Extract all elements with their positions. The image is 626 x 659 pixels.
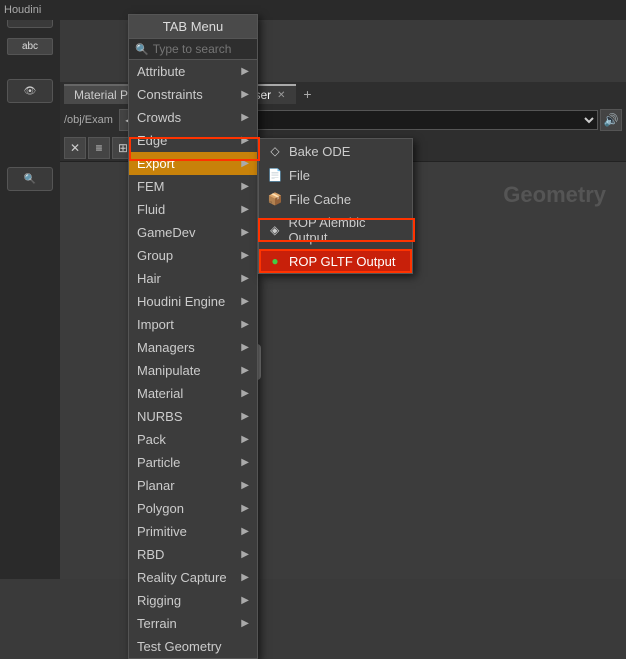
tab-menu-title: TAB Menu bbox=[129, 15, 257, 39]
menu-item-edge[interactable]: Edge ▶ bbox=[129, 129, 257, 152]
arrow-icon: ▶ bbox=[241, 365, 249, 376]
arrow-icon: ▶ bbox=[241, 457, 249, 468]
sidebar-search-btn[interactable]: 🔍 bbox=[7, 167, 53, 191]
submenu-bake-ode[interactable]: ◇ Bake ODE bbox=[259, 139, 412, 163]
menu-item-attribute[interactable]: Attribute ▶ bbox=[129, 60, 257, 83]
arrow-icon: ▶ bbox=[241, 158, 249, 169]
menu-item-particle[interactable]: Particle ▶ bbox=[129, 451, 257, 474]
menu-item-hair[interactable]: Hair ▶ bbox=[129, 267, 257, 290]
submenu-rop-alembic[interactable]: ◈ ROP Alembic Output bbox=[259, 211, 412, 249]
sidebar-abc-btn[interactable]: abc bbox=[7, 38, 53, 55]
menu-item-rbd[interactable]: RBD ▶ bbox=[129, 543, 257, 566]
arrow-icon: ▶ bbox=[241, 204, 249, 215]
arrow-icon: ▶ bbox=[241, 227, 249, 238]
arrow-icon: ▶ bbox=[241, 480, 249, 491]
search-icon: 🔍 bbox=[135, 43, 149, 56]
arrow-icon: ▶ bbox=[241, 66, 249, 77]
arrow-icon: ▶ bbox=[241, 618, 249, 629]
menu-item-constraints[interactable]: Constraints ▶ bbox=[129, 83, 257, 106]
arrow-icon: ▶ bbox=[241, 342, 249, 353]
arrow-icon: ▶ bbox=[241, 388, 249, 399]
arrow-icon: ▶ bbox=[241, 181, 249, 192]
menu-item-nurbs[interactable]: NURBS ▶ bbox=[129, 405, 257, 428]
search-input[interactable] bbox=[153, 42, 251, 56]
rop-alembic-icon: ◈ bbox=[267, 222, 282, 238]
arrow-icon: ▶ bbox=[241, 526, 249, 537]
menu-item-test-geometry[interactable]: Test Geometry bbox=[129, 635, 257, 658]
grid-icon[interactable]: ≡ bbox=[88, 137, 110, 159]
menu-item-reality-capture[interactable]: Reality Capture ▶ bbox=[129, 566, 257, 589]
arrow-icon: ▶ bbox=[241, 595, 249, 606]
menu-item-manipulate[interactable]: Manipulate ▶ bbox=[129, 359, 257, 382]
arrow-icon: ▶ bbox=[241, 273, 249, 284]
menu-item-import[interactable]: Import ▶ bbox=[129, 313, 257, 336]
rop-gltf-icon: ● bbox=[267, 253, 283, 269]
menu-item-export[interactable]: Export ▶ bbox=[129, 152, 257, 175]
menu-item-group[interactable]: Group ▶ bbox=[129, 244, 257, 267]
bake-ode-icon: ◇ bbox=[267, 143, 283, 159]
menu-item-material[interactable]: Material ▶ bbox=[129, 382, 257, 405]
arrow-icon: ▶ bbox=[241, 319, 249, 330]
arrow-icon: ▶ bbox=[241, 549, 249, 560]
arrow-icon: ▶ bbox=[241, 434, 249, 445]
tab-menu[interactable]: TAB Menu 🔍 Attribute ▶ Constraints ▶ Cro… bbox=[128, 14, 258, 659]
sidebar-view-btn[interactable]: 👁 bbox=[7, 79, 53, 103]
arrow-icon: ▶ bbox=[241, 89, 249, 100]
left-sidebar: ☰ abc 👁 🔍 bbox=[0, 0, 60, 579]
arrow-icon: ▶ bbox=[241, 296, 249, 307]
export-submenu[interactable]: ◇ Bake ODE 📄 File 📦 File Cache ◈ ROP Ale… bbox=[258, 138, 413, 274]
file-icon: 📄 bbox=[267, 167, 283, 183]
arrow-icon: ▶ bbox=[241, 411, 249, 422]
menu-item-managers[interactable]: Managers ▶ bbox=[129, 336, 257, 359]
arrow-icon: ▶ bbox=[241, 112, 249, 123]
menu-item-fluid[interactable]: Fluid ▶ bbox=[129, 198, 257, 221]
menu-item-fem[interactable]: FEM ▶ bbox=[129, 175, 257, 198]
submenu-file[interactable]: 📄 File bbox=[259, 163, 412, 187]
menu-item-rigging[interactable]: Rigging ▶ bbox=[129, 589, 257, 612]
tab-add-btn[interactable]: + bbox=[298, 84, 318, 104]
snap-icon[interactable]: ✕ bbox=[64, 137, 86, 159]
menu-item-pack[interactable]: Pack ▶ bbox=[129, 428, 257, 451]
arrow-icon: ▶ bbox=[241, 135, 249, 146]
menu-item-terrain[interactable]: Terrain ▶ bbox=[129, 612, 257, 635]
menu-item-houdini-engine[interactable]: Houdini Engine ▶ bbox=[129, 290, 257, 313]
menu-item-primitive[interactable]: Primitive ▶ bbox=[129, 520, 257, 543]
arrow-icon: ▶ bbox=[241, 250, 249, 261]
tab-close-asset[interactable]: ✕ bbox=[277, 90, 285, 101]
arrow-icon: ▶ bbox=[241, 572, 249, 583]
top-bar: Houdini bbox=[0, 0, 626, 20]
geometry-label: Geometry bbox=[503, 182, 606, 208]
menu-search-bar[interactable]: 🔍 bbox=[129, 39, 257, 60]
menu-item-crowds[interactable]: Crowds ▶ bbox=[129, 106, 257, 129]
submenu-rop-gltf[interactable]: ● ROP GLTF Output bbox=[259, 249, 412, 273]
app-title: Houdini bbox=[4, 4, 41, 16]
submenu-file-cache[interactable]: 📦 File Cache bbox=[259, 187, 412, 211]
arrow-icon: ▶ bbox=[241, 503, 249, 514]
menu-item-planar[interactable]: Planar ▶ bbox=[129, 474, 257, 497]
file-cache-icon: 📦 bbox=[267, 191, 283, 207]
speaker-icon[interactable]: 🔊 bbox=[600, 109, 622, 131]
path-label: /obj/Exam bbox=[64, 114, 113, 126]
menu-item-gamedev[interactable]: GameDev ▶ bbox=[129, 221, 257, 244]
menu-item-polygon[interactable]: Polygon ▶ bbox=[129, 497, 257, 520]
